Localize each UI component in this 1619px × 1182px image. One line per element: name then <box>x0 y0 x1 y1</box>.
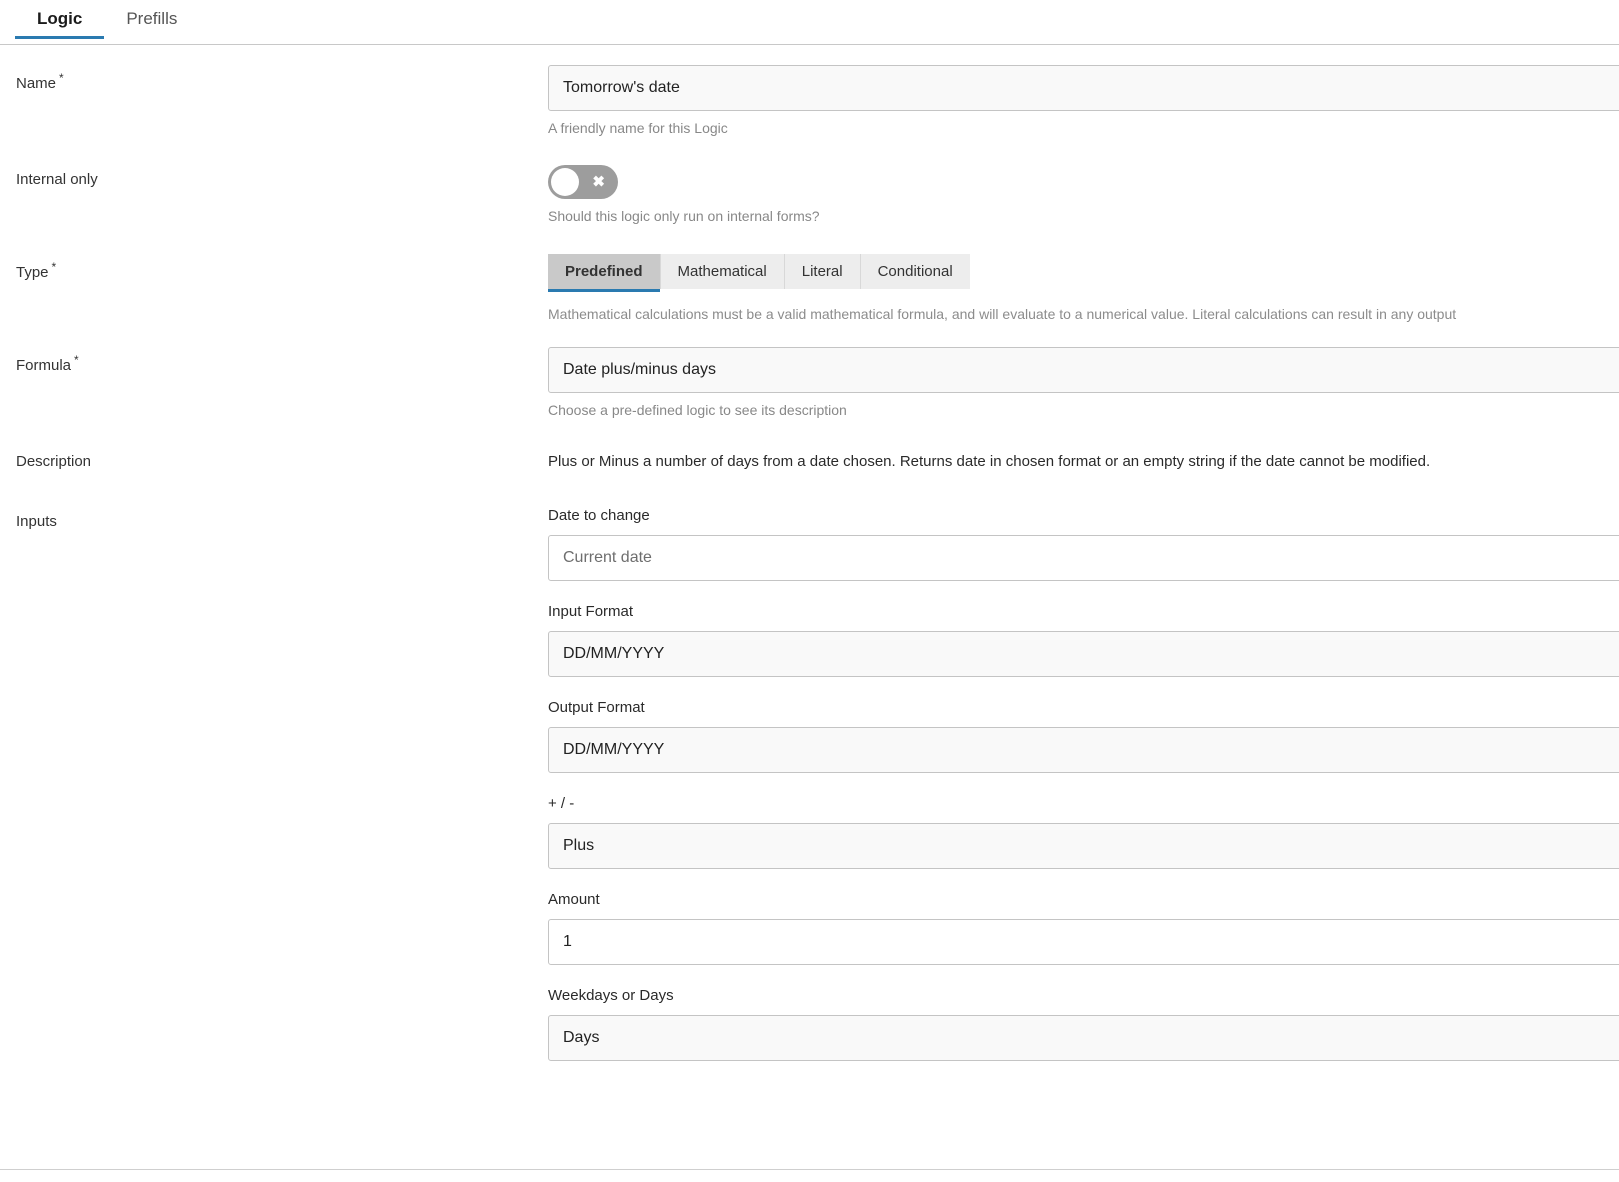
field-internal-only: ✖ Should this logic only run on internal… <box>548 164 1619 225</box>
field-formula: Date plus/minus days Choose a pre-define… <box>548 346 1619 419</box>
form-row-formula: Formula * Date plus/minus days Choose a p… <box>0 346 1619 419</box>
sublabel-input-format: Input Format <box>548 603 634 621</box>
sublabel-weekdays-or-days: Weekdays or Days <box>548 987 674 1005</box>
form-row-description: Description Plus or Minus a number of da… <box>0 447 1619 470</box>
subfield-plus-minus: + / - Plus <box>548 795 1619 870</box>
type-option-conditional[interactable]: Conditional <box>860 253 970 289</box>
tab-prefills[interactable]: Prefills <box>104 0 199 39</box>
bottom-divider <box>0 1169 1619 1170</box>
amount-input[interactable]: 1 <box>548 919 1619 966</box>
field-inputs: Date to change Current date Input Format… <box>548 507 1619 1062</box>
form-row-name: Name * Tomorrow's date A friendly name fo… <box>0 65 1619 137</box>
sublabel-plus-minus: + / - <box>548 795 575 813</box>
description-text: Plus or Minus a number of days from a da… <box>548 453 1431 471</box>
form-row-inputs: Inputs Date to change Current date Input… <box>0 507 1619 1062</box>
subfield-date-to-change: Date to change Current date <box>548 507 1619 582</box>
tab-bar: Logic Prefills <box>0 0 1619 45</box>
label-formula-text: Formula <box>16 356 72 374</box>
form-row-type: Type * Predefined Mathematical Literal Co… <box>0 253 1619 322</box>
sublabel-output-format: Output Format <box>548 699 645 717</box>
type-button-group: Predefined Mathematical Literal Conditio… <box>548 253 970 292</box>
field-description: Plus or Minus a number of days from a da… <box>548 447 1619 470</box>
date-to-change-input[interactable]: Current date <box>548 535 1619 582</box>
label-name: Name * <box>0 65 548 92</box>
subfield-amount: Amount 1 <box>548 891 1619 966</box>
weekdays-or-days-select[interactable]: Days <box>548 1015 1619 1062</box>
field-name: Tomorrow's date A friendly name for this… <box>548 65 1619 137</box>
required-marker-type: * <box>51 259 57 274</box>
internal-only-helper-text: Should this logic only run on internal f… <box>548 207 820 224</box>
formula-select[interactable]: Date plus/minus days <box>548 346 1619 393</box>
subfield-weekdays-or-days: Weekdays or Days Days <box>548 987 1619 1062</box>
name-input[interactable]: Tomorrow's date <box>548 65 1619 111</box>
type-helper-text: Mathematical calculations must be a vali… <box>548 305 1457 322</box>
close-icon: ✖ <box>592 173 605 191</box>
type-option-mathematical[interactable]: Mathematical <box>660 253 785 289</box>
label-internal-only: Internal only <box>16 170 98 188</box>
label-formula: Formula * <box>0 347 548 374</box>
output-format-input[interactable]: DD/MM/YYYY <box>548 727 1619 774</box>
type-option-predefined[interactable]: Predefined <box>548 253 661 292</box>
form-row-internal-only: Internal only ✖ Should this logic only r… <box>0 164 1619 225</box>
label-description: Description <box>16 453 92 471</box>
formula-helper-text: Choose a pre-defined logic to see its de… <box>548 401 847 418</box>
sublabel-amount: Amount <box>548 891 600 909</box>
label-type-text: Type <box>16 263 49 281</box>
internal-only-toggle[interactable]: ✖ <box>548 164 618 199</box>
subfield-output-format: Output Format DD/MM/YYYY <box>548 699 1619 774</box>
name-helper-text: A friendly name for this Logic <box>548 120 728 136</box>
input-format-input[interactable]: DD/MM/YYYY <box>548 631 1619 678</box>
label-name-text: Name <box>16 75 57 92</box>
subfield-input-format: Input Format DD/MM/YYYY <box>548 603 1619 678</box>
label-type: Type * <box>0 254 548 281</box>
plus-minus-select[interactable]: Plus <box>548 823 1619 870</box>
logic-form: Name * Tomorrow's date A friendly name fo… <box>0 45 1619 1062</box>
toggle-knob <box>551 167 579 196</box>
sublabel-date-to-change: Date to change <box>548 507 650 525</box>
required-marker-name: * <box>59 71 64 85</box>
field-type: Predefined Mathematical Literal Conditio… <box>548 253 1619 322</box>
type-option-literal[interactable]: Literal <box>784 253 861 289</box>
tab-logic[interactable]: Logic <box>15 0 105 39</box>
required-marker-formula: * <box>74 352 79 367</box>
label-inputs: Inputs <box>16 513 57 531</box>
